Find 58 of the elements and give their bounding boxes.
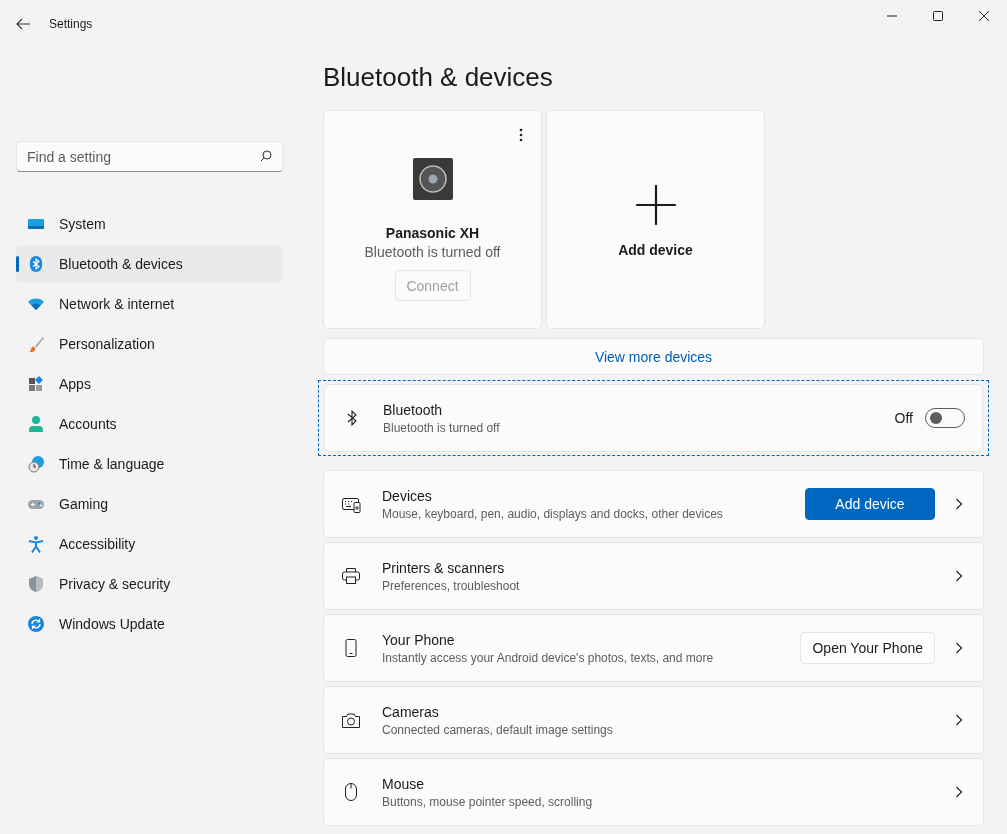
sidebar-item[interactable]: System bbox=[16, 206, 283, 242]
window-title: Settings bbox=[49, 17, 93, 31]
shield-icon bbox=[27, 575, 45, 593]
chevron-icon bbox=[955, 714, 963, 726]
row-subtitle: Bluetooth is turned off bbox=[383, 420, 501, 435]
person-icon bbox=[27, 415, 45, 433]
globe-clock-icon bbox=[27, 455, 45, 473]
settings-row[interactable]: Mouse Buttons, mouse pointer speed, scrolling bbox=[323, 758, 984, 826]
device-status: Bluetooth is turned off bbox=[364, 244, 501, 260]
chevron-icon bbox=[955, 498, 963, 510]
row-title: Cameras bbox=[382, 703, 440, 720]
page-title: Bluetooth & devices bbox=[323, 61, 554, 94]
chevron-icon bbox=[955, 642, 963, 654]
row-subtitle: Mouse, keyboard, pen, audio, displays and docks, other devices bbox=[382, 506, 724, 521]
settings-row[interactable]: Printers & scanners Preferences, troubleshoot bbox=[323, 542, 984, 610]
printer-icon bbox=[341, 566, 361, 586]
settings-row[interactable]: Your Phone Instantly access your Android device's photos, texts, and more Open Your Phone bbox=[323, 614, 984, 682]
sidebar-item[interactable]: Apps bbox=[16, 366, 283, 402]
sidebar-item[interactable]: Windows Update bbox=[16, 606, 283, 642]
accessibility-icon bbox=[27, 535, 45, 553]
sidebar-item[interactable]: Time & language bbox=[16, 446, 283, 482]
more-options-icon[interactable] bbox=[519, 128, 523, 142]
bluetooth-icon bbox=[27, 255, 45, 273]
camera-icon bbox=[341, 710, 361, 730]
sidebar-item[interactable]: Gaming bbox=[16, 486, 283, 522]
search-field[interactable]: Find a setting bbox=[16, 141, 283, 172]
row-title: Devices bbox=[382, 487, 433, 504]
chevron-icon bbox=[955, 570, 963, 582]
plus-icon bbox=[635, 185, 676, 225]
apps-icon bbox=[27, 375, 45, 393]
add-device-button[interactable]: Add device bbox=[805, 488, 935, 520]
settings-row[interactable]: Cameras Connected cameras, default image settings bbox=[323, 686, 984, 754]
add-device-card[interactable]: Add device bbox=[546, 110, 765, 329]
device-name: Panasonic XH bbox=[385, 225, 480, 241]
sidebar-item[interactable]: Personalization bbox=[16, 326, 283, 362]
sidebar-item[interactable]: Privacy & security bbox=[16, 566, 283, 602]
sidebar-item[interactable]: Accessibility bbox=[16, 526, 283, 562]
speaker-icon bbox=[411, 157, 454, 201]
toggle-state-label: Off bbox=[894, 410, 913, 426]
sidebar-item[interactable]: Bluetooth & devices bbox=[16, 246, 283, 282]
view-more-devices-link[interactable]: View more devices bbox=[323, 338, 984, 375]
back-arrow-icon[interactable] bbox=[15, 16, 31, 32]
sidebar-item[interactable]: Network & internet bbox=[16, 286, 283, 322]
sidebar-item[interactable]: Accounts bbox=[16, 406, 283, 442]
row-subtitle: Preferences, troubleshoot bbox=[382, 578, 521, 593]
row-title: Bluetooth bbox=[383, 401, 444, 418]
chevron-icon bbox=[955, 786, 963, 798]
row-title: Mouse bbox=[382, 775, 426, 792]
row-title: Printers & scanners bbox=[382, 559, 506, 576]
row-subtitle: Buttons, mouse pointer speed, scrolling bbox=[382, 794, 594, 809]
settings-row[interactable]: Devices Mouse, keyboard, pen, audio, displays and docks, other devices Add device bbox=[323, 470, 984, 538]
open-app-button[interactable]: Open Your Phone bbox=[800, 632, 935, 664]
row-subtitle: Instantly access your Android device's photos, texts, and more bbox=[382, 650, 715, 665]
sync-icon bbox=[27, 615, 45, 633]
search-icon bbox=[260, 150, 272, 162]
row-title: Your Phone bbox=[382, 631, 456, 648]
brush-icon bbox=[27, 335, 45, 353]
row-subtitle: Connected cameras, default image settings bbox=[382, 722, 614, 737]
